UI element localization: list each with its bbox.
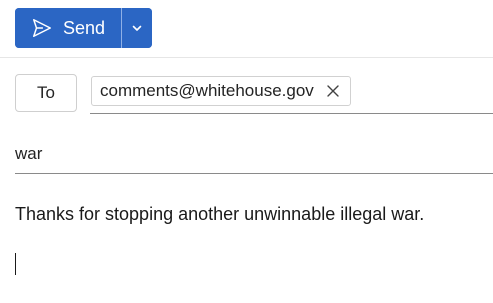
subject-row (0, 134, 493, 174)
recipient-chip[interactable]: comments@whitehouse.gov (91, 76, 351, 106)
to-row: To comments@whitehouse.gov (0, 58, 493, 118)
recipient-address: comments@whitehouse.gov (100, 81, 314, 100)
close-icon (327, 85, 339, 97)
chevron-down-icon (132, 25, 142, 31)
send-label: Send (63, 17, 106, 38)
send-split-button: Send (15, 8, 153, 48)
to-button[interactable]: To (15, 74, 77, 112)
message-body-text: Thanks for stopping another unwinnable i… (15, 204, 425, 224)
compose-toolbar: Send (0, 0, 493, 58)
to-recipient-field[interactable]: comments@whitehouse.gov (90, 73, 493, 114)
paper-plane-icon (33, 19, 51, 37)
message-body-editor[interactable]: Thanks for stopping another unwinnable i… (15, 196, 485, 296)
send-options-dropdown[interactable] (122, 8, 153, 48)
subject-input[interactable] (15, 134, 493, 174)
send-button[interactable]: Send (15, 8, 122, 48)
text-caret (15, 253, 16, 275)
remove-recipient-button[interactable] (326, 84, 340, 98)
